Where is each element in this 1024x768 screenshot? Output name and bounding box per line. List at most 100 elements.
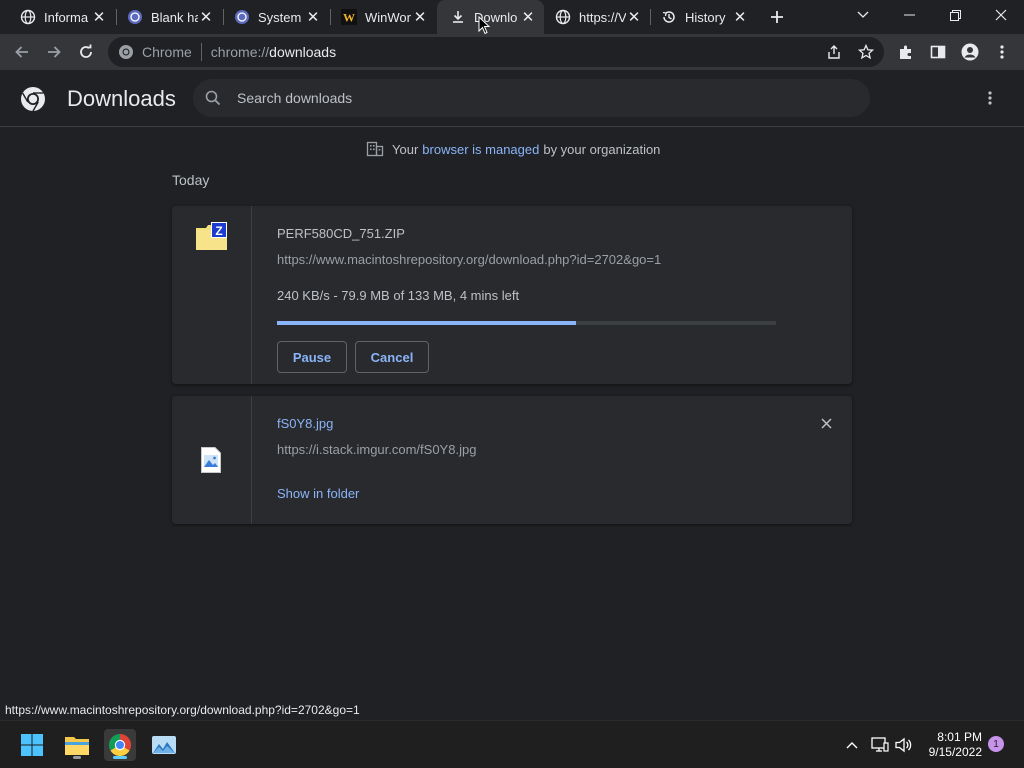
start-button[interactable] bbox=[16, 729, 48, 761]
url-text: chrome://downloads bbox=[211, 44, 336, 60]
progress-fill bbox=[277, 321, 577, 325]
cancel-button[interactable]: Cancel bbox=[355, 341, 429, 373]
browser-toolbar: Chrome chrome://downloads bbox=[0, 34, 1024, 70]
tab-downloads[interactable]: Downlo ✕ bbox=[437, 0, 544, 34]
remove-from-list-button[interactable] bbox=[816, 413, 836, 433]
address-bar[interactable]: Chrome chrome://downloads bbox=[108, 37, 884, 67]
chrome-taskbar-button[interactable] bbox=[104, 729, 136, 761]
arrow-left-icon bbox=[15, 46, 28, 58]
search-box[interactable] bbox=[193, 79, 870, 117]
close-window-button[interactable] bbox=[978, 0, 1024, 30]
tab-close-icon[interactable]: ✕ bbox=[732, 9, 748, 26]
chrome-logo-icon bbox=[20, 86, 46, 112]
tab-https[interactable]: https://V ✕ bbox=[535, 0, 650, 34]
date-header: Today bbox=[172, 172, 210, 188]
reload-icon bbox=[80, 44, 92, 58]
puzzle-icon bbox=[900, 45, 911, 59]
tab-close-icon[interactable]: ✕ bbox=[520, 9, 536, 26]
file-url: https://www.macintoshrepository.org/down… bbox=[277, 252, 662, 267]
network-button[interactable] bbox=[870, 735, 890, 755]
kebab-menu-icon bbox=[988, 91, 992, 105]
folder-icon bbox=[65, 737, 89, 755]
share-icon bbox=[828, 45, 840, 59]
site-label: Chrome bbox=[142, 44, 192, 60]
volume-button[interactable] bbox=[894, 735, 914, 755]
running-indicator bbox=[73, 756, 81, 759]
clock-time: 8:01 PM bbox=[937, 730, 982, 744]
arrow-right-icon bbox=[48, 46, 61, 58]
omnibox-separator bbox=[200, 43, 202, 61]
tab-close-icon[interactable]: ✕ bbox=[305, 9, 321, 26]
managed-text-before: Your bbox=[392, 141, 419, 157]
file-name-link[interactable]: fS0Y8.jpg bbox=[277, 416, 333, 431]
tab-informa[interactable]: Informa ✕ bbox=[0, 0, 115, 34]
tab-system[interactable]: System ✕ bbox=[214, 0, 329, 34]
chrome-icon bbox=[119, 45, 133, 59]
forward-button[interactable] bbox=[40, 38, 68, 66]
tab-title: Informa bbox=[44, 9, 89, 25]
download-icon bbox=[450, 9, 466, 25]
new-tab-button[interactable] bbox=[766, 6, 788, 28]
restore-button[interactable] bbox=[932, 0, 978, 30]
file-url: https://i.stack.imgur.com/fS0Y8.jpg bbox=[277, 442, 477, 457]
tab-close-icon[interactable]: ✕ bbox=[412, 9, 428, 26]
close-icon bbox=[995, 9, 1007, 21]
extensions-button[interactable] bbox=[892, 38, 920, 66]
page-title: Downloads bbox=[67, 86, 176, 111]
svg-text:Z: Z bbox=[215, 224, 222, 238]
tab-winworld[interactable]: W WinWor ✕ bbox=[321, 0, 436, 34]
zip-file-icon: Z bbox=[196, 222, 227, 250]
windows-icon bbox=[21, 734, 43, 756]
bookmark-button[interactable] bbox=[856, 42, 876, 62]
star-icon bbox=[858, 44, 874, 60]
network-icon bbox=[871, 737, 889, 752]
file-name: PERF580CD_751.ZIP bbox=[277, 226, 405, 241]
tab-search-button[interactable] bbox=[840, 0, 886, 30]
download-status: 240 KB/s - 79.9 MB of 133 MB, 4 mins lef… bbox=[277, 288, 520, 303]
file-explorer-button[interactable] bbox=[61, 729, 93, 761]
download-item: Z PERF580CD_751.ZIP https://www.macintos… bbox=[172, 206, 852, 384]
file-icon-column bbox=[172, 396, 252, 524]
pause-button[interactable]: Pause bbox=[277, 341, 347, 373]
history-icon bbox=[661, 9, 677, 25]
url-host: downloads bbox=[269, 44, 337, 60]
winworld-icon: W bbox=[341, 9, 357, 25]
file-icon-column: Z bbox=[172, 206, 252, 384]
tab-history[interactable]: History ✕ bbox=[641, 0, 756, 34]
status-bubble: https://www.macintoshrepository.org/down… bbox=[0, 701, 366, 720]
kebab-menu-icon bbox=[1000, 45, 1004, 59]
show-in-folder-link[interactable]: Show in folder bbox=[277, 486, 359, 501]
search-input[interactable] bbox=[237, 90, 837, 106]
tab-close-icon[interactable]: ✕ bbox=[91, 9, 107, 26]
show-hidden-icons-button[interactable] bbox=[842, 735, 862, 755]
svg-text:W: W bbox=[343, 11, 355, 25]
reload-button[interactable] bbox=[72, 38, 100, 66]
clock[interactable]: 8:01 PM 9/15/2022 bbox=[918, 730, 982, 760]
url-scheme: chrome:// bbox=[210, 44, 270, 60]
speaker-icon bbox=[895, 737, 912, 753]
tab-blank[interactable]: Blank ha ✕ bbox=[107, 0, 222, 34]
chrome-menu-button[interactable] bbox=[988, 38, 1016, 66]
downloads-menu-button[interactable] bbox=[980, 88, 1000, 108]
notification-badge[interactable]: 1 bbox=[988, 736, 1004, 752]
tab-close-icon[interactable]: ✕ bbox=[198, 9, 214, 26]
tab-close-icon[interactable]: ✕ bbox=[626, 9, 642, 26]
tab-strip: Informa ✕ Blank ha ✕ System ✕ W WinWor ✕ bbox=[0, 0, 1024, 34]
close-icon bbox=[820, 417, 832, 429]
building-icon bbox=[366, 141, 384, 157]
restore-icon bbox=[949, 9, 961, 21]
side-panel-button[interactable] bbox=[924, 38, 952, 66]
profile-button[interactable] bbox=[956, 38, 984, 66]
site-info-chip[interactable]: Chrome bbox=[108, 44, 192, 60]
globe-icon bbox=[555, 9, 571, 25]
downloads-header: Downloads bbox=[0, 70, 1024, 127]
clock-date: 9/15/2022 bbox=[928, 745, 982, 759]
share-button[interactable] bbox=[824, 42, 844, 62]
chevron-up-icon bbox=[846, 742, 858, 749]
minimize-button[interactable] bbox=[886, 0, 932, 30]
progress-bar bbox=[277, 321, 776, 325]
tab-title: System bbox=[258, 9, 302, 25]
managed-link[interactable]: browser is managed bbox=[422, 142, 539, 157]
back-button[interactable] bbox=[8, 38, 36, 66]
photos-button[interactable] bbox=[148, 729, 180, 761]
